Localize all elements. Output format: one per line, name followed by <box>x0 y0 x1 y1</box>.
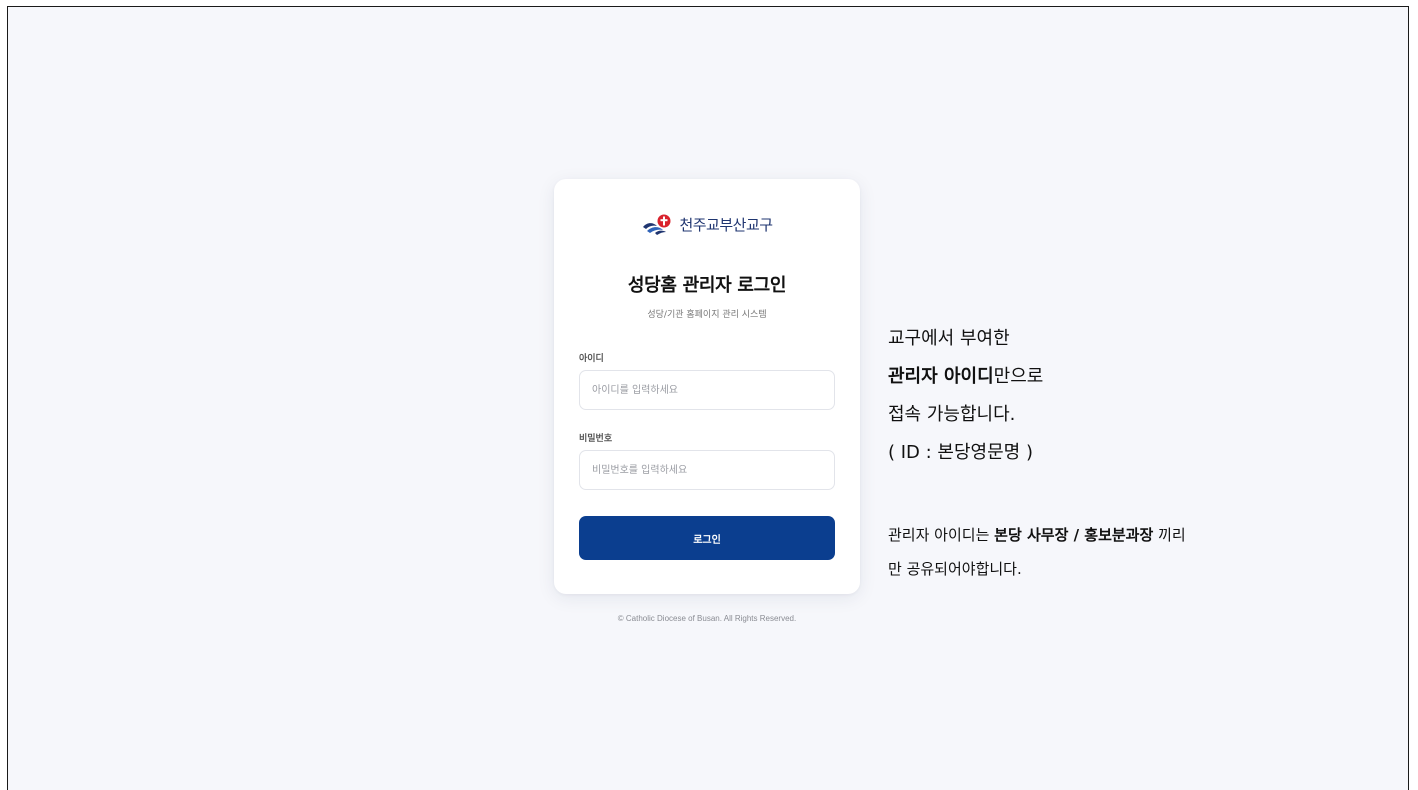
note-part-1: 관리자 아이디는 <box>888 526 995 544</box>
info-line-3: 접속 가능합니다. <box>888 404 1016 425</box>
sharing-note: 관리자 아이디는 본당 사무장 / 홍보분과장 끼리 만 공유되어야합니다. <box>888 518 1388 586</box>
note-part-3: 끼리 <box>1153 526 1186 544</box>
note-line-1: 관리자 아이디는 본당 사무장 / 홍보분과장 끼리 <box>888 518 1388 552</box>
info-admin-id-emphasis: 관리자 아이디 <box>888 366 994 387</box>
info-line-1: 교구에서 부여한 <box>888 328 1010 349</box>
info-line-4: ( ID : 본당영문명 ) <box>888 442 1033 463</box>
copyright-footer: © Catholic Diocese of Busan. All Rights … <box>617 614 797 623</box>
diocese-name: 천주교부산교구 <box>679 215 773 234</box>
password-input[interactable] <box>579 450 835 490</box>
access-info: 교구에서 부여한 관리자 아이디만으로 접속 가능합니다. ( ID : 본당영… <box>888 320 1388 472</box>
id-input[interactable] <box>579 370 835 410</box>
page-title: 성당홈 관리자 로그인 <box>627 275 787 296</box>
login-card: 천주교부산교구 성당홈 관리자 로그인 성당/기관 홈페이지 관리 시스템 아이… <box>554 179 860 594</box>
info-line-2: 관리자 아이디만으로 <box>888 358 1388 396</box>
info-line-2-rest: 만으로 <box>993 366 1044 387</box>
password-label: 비밀번호 <box>579 434 613 444</box>
note-roles-emphasis: 본당 사무장 / 홍보분과장 <box>994 526 1154 544</box>
note-line-2: 만 공유되어야합니다. <box>888 560 1022 578</box>
id-label: 아이디 <box>579 354 604 364</box>
login-button[interactable]: 로그인 <box>579 516 835 560</box>
page-subtitle: 성당/기관 홈페이지 관리 시스템 <box>647 310 767 320</box>
diocese-logo: 천주교부산교구 <box>554 209 860 239</box>
diocese-emblem-icon <box>643 214 671 235</box>
